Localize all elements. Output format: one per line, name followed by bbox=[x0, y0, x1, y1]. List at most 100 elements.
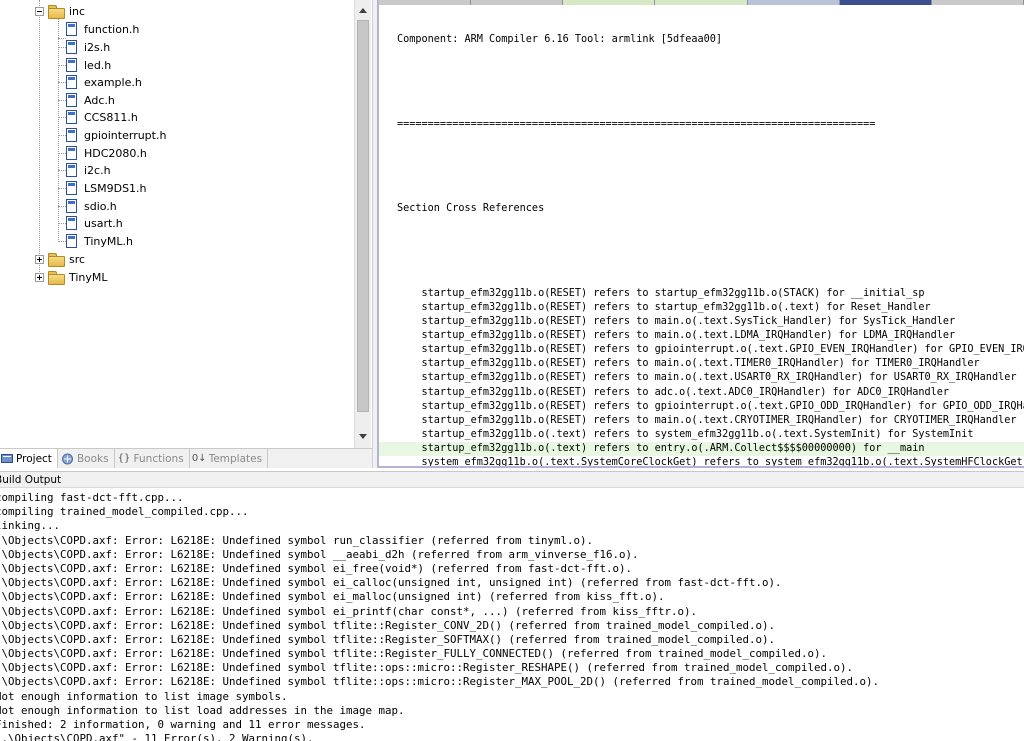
arrow-down-icon bbox=[359, 434, 367, 439]
cross-reference-list: startup_efm32gg11b.o(RESET) refers to st… bbox=[379, 287, 1024, 466]
tab-label: Templates bbox=[208, 452, 263, 465]
cross-reference-line: startup_efm32gg11b.o(RESET) refers to ma… bbox=[397, 372, 1017, 384]
cross-reference-line: startup_efm32gg11b.o(RESET) refers to ma… bbox=[397, 330, 956, 342]
tab-templates[interactable]: 0↓ Templates bbox=[190, 449, 269, 468]
build-output-line: .\Objects\COPD.axf: Error: L6218E: Undef… bbox=[0, 647, 828, 661]
build-output-pane[interactable]: compiling fast-dct-fft.cpp... compiling t… bbox=[0, 489, 1024, 741]
build-output-line: .\Objects\COPD.axf: Error: L6218E: Undef… bbox=[0, 576, 782, 590]
project-vertical-scrollbar[interactable] bbox=[354, 0, 371, 448]
header-file-icon bbox=[66, 40, 77, 54]
tree-file[interactable]: TinyML.h bbox=[58, 232, 133, 250]
functions-icon: {} bbox=[117, 453, 131, 464]
tab-project[interactable]: Project bbox=[0, 449, 58, 468]
expand-icon[interactable] bbox=[35, 272, 44, 282]
folder-icon bbox=[48, 270, 65, 285]
header-file-icon bbox=[66, 216, 77, 230]
header-file-icon bbox=[66, 58, 77, 72]
books-icon bbox=[61, 453, 74, 465]
editor-text: Component: ARM Compiler 6.16 Tool: armli… bbox=[379, 5, 1024, 466]
tree-file[interactable]: i2s.h bbox=[58, 38, 110, 56]
map-header-line: Component: ARM Compiler 6.16 Tool: armli… bbox=[397, 34, 723, 46]
header-file-icon bbox=[66, 234, 77, 248]
build-output-line: Not enough information to list load addr… bbox=[0, 703, 405, 717]
folder-icon bbox=[48, 252, 65, 267]
cross-reference-line-current: startup_efm32gg11b.o(.text) refers to en… bbox=[379, 441, 1024, 456]
tree-file[interactable]: Adc.h bbox=[58, 91, 115, 109]
cross-reference-line: startup_efm32gg11b.o(RESET) refers to ma… bbox=[397, 414, 1017, 426]
file-label: led.h bbox=[84, 58, 112, 72]
collapse-icon[interactable] bbox=[35, 6, 44, 16]
expand-icon[interactable] bbox=[35, 254, 44, 264]
arrow-up-icon bbox=[359, 8, 367, 13]
scroll-thumb[interactable] bbox=[357, 20, 369, 412]
cross-reference-line: startup_efm32gg11b.o(RESET) refers to ad… bbox=[397, 386, 950, 398]
build-output-line: Not enough information to list image sym… bbox=[0, 689, 288, 703]
tree-file[interactable]: gpiointerrupt.h bbox=[58, 126, 166, 144]
tree-file[interactable]: sdio.h bbox=[58, 197, 117, 215]
build-output-line: compiling fast-dct-fft.cpp... bbox=[0, 491, 184, 504]
build-output-line: ".\Objects\COPD.axf" - 11 Error(s), 2 Wa… bbox=[0, 732, 314, 741]
header-file-icon bbox=[66, 75, 77, 89]
build-output-line: .\Objects\COPD.axf: Error: L6218E: Undef… bbox=[0, 632, 776, 646]
tree-file[interactable]: led.h bbox=[58, 56, 111, 74]
section-title: Section Cross References bbox=[397, 203, 545, 215]
tree-guide-line bbox=[39, 0, 40, 270]
file-label: example.h bbox=[84, 75, 142, 89]
file-label: LSM9DS1.h bbox=[84, 181, 147, 195]
build-output-line: .\Objects\COPD.axf: Error: L6218E: Undef… bbox=[0, 604, 698, 618]
file-label: i2c.h bbox=[84, 163, 111, 177]
header-file-icon bbox=[66, 110, 77, 124]
file-label: TinyML.h bbox=[84, 234, 134, 248]
build-output-line: .\Objects\COPD.axf: Error: L6218E: Undef… bbox=[0, 590, 665, 604]
header-file-icon bbox=[66, 163, 77, 177]
file-label: Adc.h bbox=[84, 93, 115, 107]
map-file-editor[interactable]: Component: ARM Compiler 6.16 Tool: armli… bbox=[377, 0, 1024, 468]
cross-reference-line: startup_efm32gg11b.o(RESET) refers to gp… bbox=[397, 344, 1024, 356]
project-panel-tabs: Project Books {} Functions 0↓ Templates bbox=[0, 448, 372, 468]
folder-label: inc bbox=[69, 4, 86, 18]
header-file-icon bbox=[66, 146, 77, 160]
build-output-line: compiling trained_model_compiled.cpp... bbox=[0, 505, 249, 519]
build-output-line: linking... bbox=[0, 519, 61, 533]
tree-file[interactable]: CCS811.h bbox=[58, 108, 138, 126]
tree-folder-src[interactable]: src bbox=[35, 250, 85, 268]
tab-functions[interactable]: {} Functions bbox=[115, 449, 190, 468]
build-output-line: .\Objects\COPD.axf: Error: L6218E: Undef… bbox=[0, 661, 854, 675]
tree-file[interactable]: i2c.h bbox=[58, 161, 111, 179]
tab-books[interactable]: Books bbox=[58, 449, 115, 468]
build-output-header: Build Output bbox=[0, 471, 1024, 488]
cross-reference-line: startup_efm32gg11b.o(.text) refers to sy… bbox=[397, 428, 974, 440]
header-file-icon bbox=[66, 93, 77, 107]
build-output-line: .\Objects\COPD.axf: Error: L6218E: Undef… bbox=[0, 618, 776, 632]
tab-label: Project bbox=[16, 452, 52, 465]
folder-label: TinyML bbox=[69, 270, 108, 284]
build-output-line: .\Objects\COPD.axf: Error: L6218E: Undef… bbox=[0, 547, 639, 561]
scroll-up-button[interactable] bbox=[355, 2, 371, 19]
tab-label: Functions bbox=[133, 452, 184, 465]
cross-reference-line: startup_efm32gg11b.o(RESET) refers to ma… bbox=[397, 316, 956, 328]
scroll-down-button[interactable] bbox=[355, 428, 371, 445]
tree-folder-tinyml[interactable]: TinyML bbox=[35, 268, 108, 286]
file-label: CCS811.h bbox=[84, 110, 138, 124]
build-output-line: .\Objects\COPD.axf: Error: L6218E: Undef… bbox=[0, 533, 594, 547]
build-output-text: compiling fast-dct-fft.cpp... compiling t… bbox=[0, 491, 879, 741]
cross-reference-line: startup_efm32gg11b.o(RESET) refers to st… bbox=[397, 301, 931, 313]
tree-file[interactable]: LSM9DS1.h bbox=[58, 179, 147, 197]
project-tree: inc function.h i2s.h led.h example.h Adc… bbox=[0, 0, 354, 448]
project-icon bbox=[0, 453, 13, 465]
map-separator: ========================================… bbox=[397, 118, 876, 130]
tree-file[interactable]: example.h bbox=[58, 73, 142, 91]
build-output-title: Build Output bbox=[0, 473, 62, 486]
file-label: sdio.h bbox=[84, 199, 117, 213]
file-label: gpiointerrupt.h bbox=[84, 128, 167, 142]
folder-open-icon bbox=[48, 4, 65, 19]
tree-file[interactable]: usart.h bbox=[58, 214, 123, 232]
build-output-line: Finished: 2 information, 0 warning and 1… bbox=[0, 718, 366, 731]
project-pane: inc function.h i2s.h led.h example.h Adc… bbox=[0, 0, 372, 448]
tree-file[interactable]: function.h bbox=[58, 20, 139, 39]
tree-file[interactable]: HDC2080.h bbox=[58, 144, 147, 162]
tree-folder-inc[interactable]: inc bbox=[35, 2, 85, 20]
build-output-line: .\Objects\COPD.axf: Error: L6218E: Undef… bbox=[0, 675, 880, 689]
header-file-icon bbox=[66, 22, 77, 36]
tab-label: Books bbox=[76, 452, 109, 465]
